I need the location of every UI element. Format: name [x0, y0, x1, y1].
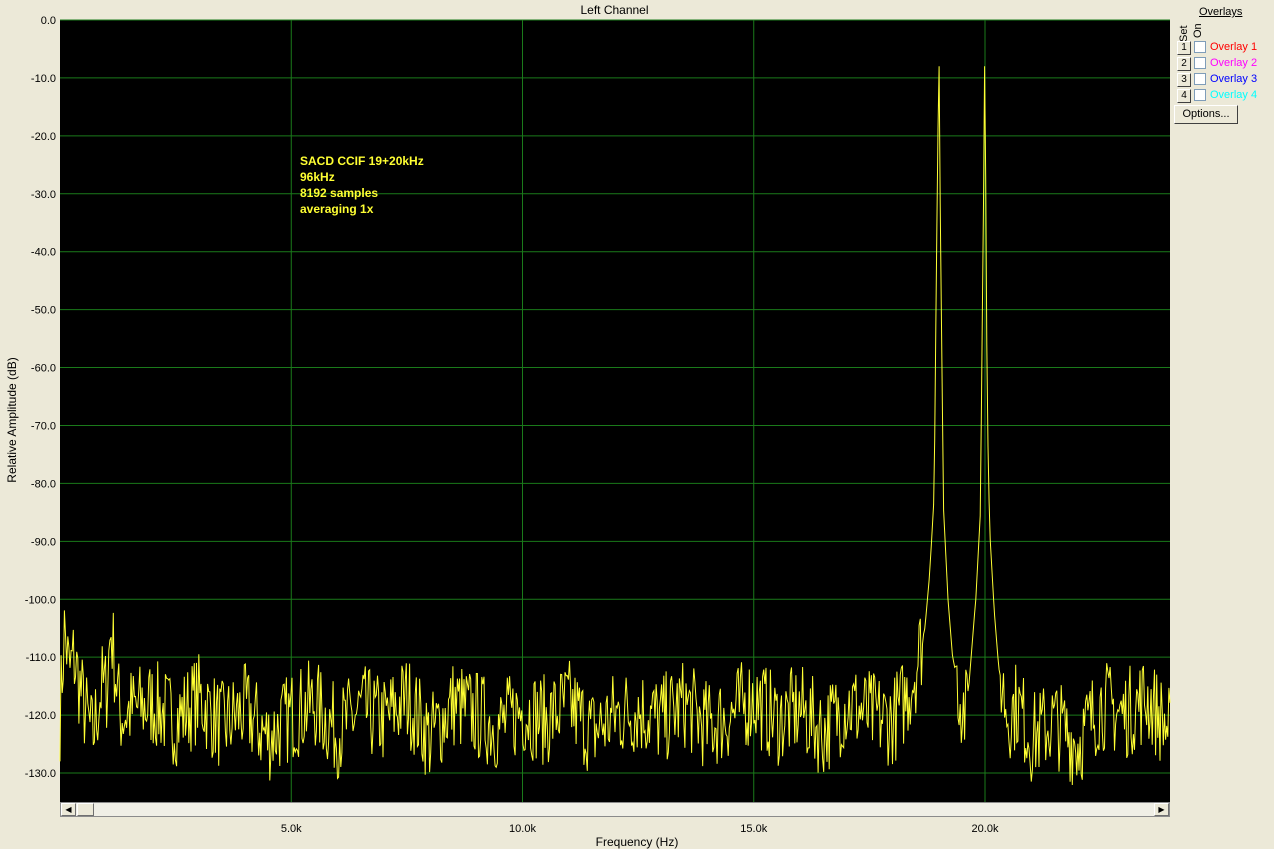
overlay-label: Overlay 4 [1210, 89, 1258, 101]
arrow-right-icon[interactable]: ▶ [1154, 803, 1169, 816]
overlay-label: Overlay 3 [1210, 73, 1258, 85]
scrollbar-thumb[interactable] [77, 803, 94, 816]
overlays-title: Overlays [1199, 6, 1243, 18]
spectrum-chart: 0.0 -10.0 -20.0 -30.0 -40.0 -50.0 -60.0 -70.0 -8… [5, 15, 1171, 849]
x-tick-label: 10.0k [509, 823, 536, 835]
y-tick-labels: 0.0 -10.0 -20.0 -30.0 -40.0 -50.0 -60.0 -70.0 -8… [25, 15, 56, 780]
y-tick-label: 0.0 [41, 15, 56, 27]
overlay-label: Overlay 1 [1210, 41, 1258, 53]
y-tick-label: -130.0 [25, 768, 56, 780]
y-tick-label: -40.0 [31, 247, 56, 259]
overlay-label: Overlay 2 [1210, 57, 1258, 69]
arrow-left-icon[interactable]: ◀ [61, 803, 76, 816]
overlay-set-button[interactable]: 3 [1177, 73, 1191, 87]
y-tick-label: -80.0 [31, 478, 56, 490]
overlay-on-checkbox[interactable] [1194, 89, 1206, 101]
x-tick-label: 15.0k [740, 823, 767, 835]
y-tick-label: -90.0 [31, 536, 56, 548]
y-tick-label: -110.0 [26, 652, 56, 664]
x-tick-label: 20.0k [972, 823, 999, 835]
y-tick-label: -70.0 [31, 420, 56, 432]
chart-annotation: SACD CCIF 19+20kHz 96kHz 8192 samples av… [300, 153, 424, 217]
y-tick-label: -120.0 [25, 710, 56, 722]
overlay-on-checkbox[interactable] [1194, 41, 1206, 53]
y-tick-label: -30.0 [31, 189, 56, 201]
overlay-on-checkbox[interactable] [1194, 73, 1206, 85]
horizontal-scrollbar[interactable]: ◀ ▶ [60, 802, 1170, 817]
y-tick-label: -20.0 [31, 131, 56, 143]
annotation-line: 8192 samples [300, 186, 379, 200]
options-button[interactable]: Options... [1174, 105, 1238, 124]
y-tick-label: -50.0 [31, 305, 56, 317]
on-label-text: On [1192, 23, 1204, 38]
y-tick-label: -10.0 [31, 73, 56, 85]
overlay-set-button[interactable]: 4 [1177, 89, 1191, 103]
x-tick-label: 5.0k [281, 823, 302, 835]
annotation-line: 96kHz [300, 170, 335, 184]
x-axis-label: Frequency (Hz) [596, 835, 679, 849]
overlay-on-checkbox[interactable] [1194, 57, 1206, 69]
overlay-set-button[interactable]: 1 [1177, 41, 1191, 55]
y-tick-label: -100.0 [25, 594, 56, 606]
set-column-label: Set [1178, 22, 1190, 42]
set-label-text: Set [1178, 25, 1190, 42]
annotation-line: averaging 1x [300, 202, 374, 216]
overlay-set-button[interactable]: 2 [1177, 57, 1191, 71]
x-tick-labels: 5.0k 10.0k 15.0k 20.0k [281, 823, 999, 835]
on-column-label: On [1192, 18, 1204, 38]
y-tick-label: -60.0 [31, 363, 56, 375]
annotation-line: SACD CCIF 19+20kHz [300, 154, 424, 168]
y-axis-label: Relative Amplitude (dB) [5, 357, 19, 482]
